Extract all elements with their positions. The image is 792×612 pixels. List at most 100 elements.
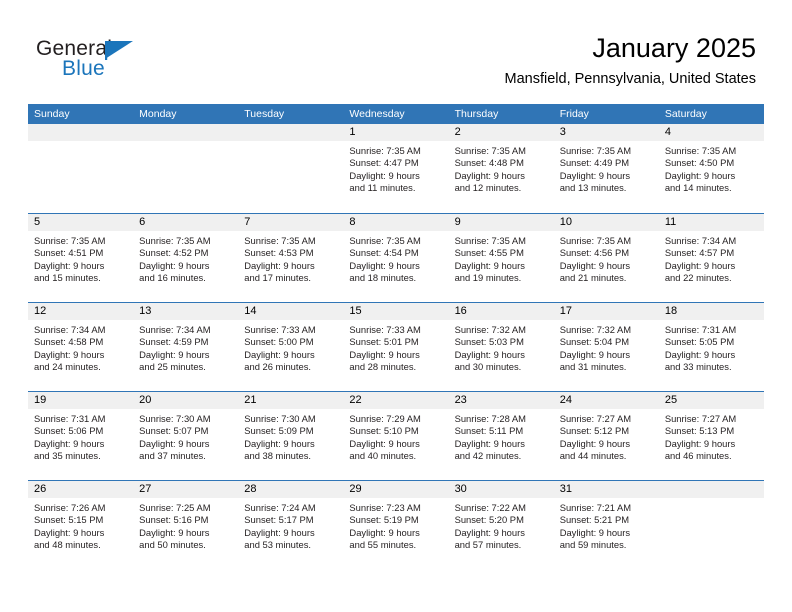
calendar-day-cell-24[interactable]: 24 Sunrise: 7:27 AM Sunset: 5:12 PM Dayligh… bbox=[553, 392, 659, 480]
calendar-day-cell-9[interactable]: 9 Sunrise: 7:35 AM Sunset: 4:55 PM Daylight… bbox=[448, 214, 554, 302]
day-number: 7 bbox=[244, 216, 251, 228]
day-number: 22 bbox=[349, 394, 362, 406]
calendar-day-cell-3[interactable]: 3 Sunrise: 7:35 AM Sunset: 4:49 PM Daylight… bbox=[553, 124, 659, 213]
day-number: 21 bbox=[244, 394, 257, 406]
calendar-day-cell-26[interactable]: 26 Sunrise: 7:26 AM Sunset: 5:15 PM Dayligh… bbox=[28, 481, 134, 569]
sunrise-text: Sunrise: 7:32 AM bbox=[559, 324, 632, 335]
sunset-text: Sunset: 5:07 PM bbox=[139, 425, 209, 437]
day-number-band: 18 bbox=[658, 303, 764, 320]
calendar-day-cell-8[interactable]: 8 Sunrise: 7:35 AM Sunset: 4:54 PM Daylight… bbox=[343, 214, 449, 302]
calendar-day-cell-19[interactable]: 19 Sunrise: 7:31 AM Sunset: 5:06 PM Dayligh… bbox=[28, 392, 134, 480]
calendar-day-cell-31[interactable]: 31 Sunrise: 7:21 AM Sunset: 5:21 PM Dayligh… bbox=[553, 481, 659, 569]
calendar-day-cell-16[interactable]: 16 Sunrise: 7:32 AM Sunset: 5:03 PM Dayligh… bbox=[448, 303, 554, 391]
calendar-day-cell-20[interactable]: 20 Sunrise: 7:30 AM Sunset: 5:07 PM Dayligh… bbox=[133, 392, 239, 480]
day-number-band: 9 bbox=[448, 214, 554, 231]
day-detail-body: Sunrise: 7:21 AM Sunset: 5:21 PM Daylight:… bbox=[554, 498, 659, 552]
calendar-day-cell-14[interactable]: 14 Sunrise: 7:33 AM Sunset: 5:00 PM Dayligh… bbox=[238, 303, 344, 391]
day-detail-body: Sunrise: 7:27 AM Sunset: 5:12 PM Daylight:… bbox=[554, 409, 659, 463]
daylight-text-cont: and 22 minutes. bbox=[664, 272, 732, 284]
day-detail-body: Sunrise: 7:30 AM Sunset: 5:07 PM Daylight:… bbox=[133, 409, 238, 463]
calendar-day-cell-6[interactable]: 6 Sunrise: 7:35 AM Sunset: 4:52 PM Daylight… bbox=[133, 214, 239, 302]
calendar-day-cell-17[interactable]: 17 Sunrise: 7:32 AM Sunset: 5:04 PM Dayligh… bbox=[553, 303, 659, 391]
daylight-text: Daylight: 9 hours bbox=[559, 259, 631, 271]
day-number-band: 29 bbox=[343, 481, 449, 498]
sunset-text: Sunset: 5:05 PM bbox=[664, 336, 735, 348]
sunrise-text: Sunrise: 7:35 AM bbox=[349, 235, 421, 246]
day-number-band bbox=[238, 124, 344, 141]
calendar-day-cell-empty bbox=[133, 124, 239, 213]
sunrise-text: Sunrise: 7:27 AM bbox=[559, 413, 632, 424]
sunset-text: Sunset: 4:58 PM bbox=[34, 336, 104, 348]
sunrise-text: Sunrise: 7:29 AM bbox=[349, 413, 421, 424]
calendar-day-cell-5[interactable]: 5 Sunrise: 7:35 AM Sunset: 4:51 PM Daylight… bbox=[28, 214, 134, 302]
day-detail-body: Sunrise: 7:34 AM Sunset: 4:59 PM Daylight:… bbox=[133, 320, 238, 374]
daylight-text: Daylight: 9 hours bbox=[454, 526, 525, 538]
calendar-day-cell-18[interactable]: 18 Sunrise: 7:31 AM Sunset: 5:05 PM Dayligh… bbox=[658, 303, 764, 391]
calendar-day-cell-4[interactable]: 4 Sunrise: 7:35 AM Sunset: 4:50 PM Daylight… bbox=[658, 124, 764, 213]
day-number-band: 12 bbox=[28, 303, 134, 320]
blue-triangle-flag-icon bbox=[105, 41, 135, 60]
day-number: 10 bbox=[559, 216, 572, 228]
day-number-band: 31 bbox=[553, 481, 659, 498]
day-number: 28 bbox=[244, 483, 257, 495]
day-number: 6 bbox=[139, 216, 146, 228]
sunrise-text: Sunrise: 7:35 AM bbox=[139, 235, 211, 246]
sunrise-text: Sunrise: 7:25 AM bbox=[139, 502, 211, 513]
calendar-day-cell-25[interactable]: 25 Sunrise: 7:27 AM Sunset: 5:13 PM Dayligh… bbox=[658, 392, 764, 480]
day-number: 24 bbox=[559, 394, 572, 406]
sunrise-text: Sunrise: 7:30 AM bbox=[244, 413, 316, 424]
calendar-day-cell-10[interactable]: 10 Sunrise: 7:35 AM Sunset: 4:56 PM Dayligh… bbox=[553, 214, 659, 302]
day-detail-body: Sunrise: 7:35 AM Sunset: 4:56 PM Daylight:… bbox=[554, 231, 659, 285]
sunrise-text: Sunrise: 7:31 AM bbox=[664, 324, 737, 335]
sunset-text: Sunset: 5:20 PM bbox=[454, 514, 524, 526]
sunset-text: Sunset: 5:15 PM bbox=[34, 514, 104, 526]
calendar-day-cell-30[interactable]: 30 Sunrise: 7:22 AM Sunset: 5:20 PM Dayligh… bbox=[448, 481, 554, 569]
day-number: 29 bbox=[349, 483, 362, 495]
calendar-day-cell-27[interactable]: 27 Sunrise: 7:25 AM Sunset: 5:16 PM Dayligh… bbox=[133, 481, 239, 569]
calendar-day-cell-15[interactable]: 15 Sunrise: 7:33 AM Sunset: 5:01 PM Dayligh… bbox=[343, 303, 449, 391]
day-of-week-header-friday: Friday bbox=[559, 108, 589, 120]
daylight-text-cont: and 59 minutes. bbox=[559, 539, 627, 551]
page-subtitle: Mansfield, Pennsylvania, United States bbox=[504, 71, 756, 87]
calendar-day-cell-21[interactable]: 21 Sunrise: 7:30 AM Sunset: 5:09 PM Dayligh… bbox=[238, 392, 344, 480]
day-detail-body: Sunrise: 7:35 AM Sunset: 4:47 PM Daylight:… bbox=[343, 141, 448, 195]
calendar-grid: Sunday Monday Tuesday Wednesday Thursday Frid… bbox=[28, 104, 764, 569]
daylight-text: Daylight: 9 hours bbox=[559, 526, 631, 538]
general-blue-logo[interactable]: General Blue bbox=[36, 38, 216, 86]
day-number: 8 bbox=[349, 216, 356, 228]
sunset-text: Sunset: 4:50 PM bbox=[664, 157, 735, 169]
daylight-text-cont: and 46 minutes. bbox=[664, 450, 732, 462]
day-detail-body: Sunrise: 7:32 AM Sunset: 5:04 PM Daylight:… bbox=[554, 320, 659, 374]
day-number-band: 19 bbox=[28, 392, 134, 409]
day-number-band: 27 bbox=[133, 481, 239, 498]
calendar-day-cell-28[interactable]: 28 Sunrise: 7:24 AM Sunset: 5:17 PM Dayligh… bbox=[238, 481, 344, 569]
calendar-day-cell-11[interactable]: 11 Sunrise: 7:34 AM Sunset: 4:57 PM Dayligh… bbox=[658, 214, 764, 302]
day-number: 20 bbox=[139, 394, 152, 406]
daylight-text: Daylight: 9 hours bbox=[454, 259, 525, 271]
calendar-day-cell-1[interactable]: 1 Sunrise: 7:35 AM Sunset: 4:47 PM Daylight… bbox=[343, 124, 449, 213]
daylight-text: Daylight: 9 hours bbox=[244, 259, 315, 271]
day-number-band: 23 bbox=[448, 392, 554, 409]
day-number: 2 bbox=[454, 126, 461, 138]
daylight-text-cont: and 44 minutes. bbox=[559, 450, 627, 462]
title-block: January 2025 Mansfield, Pennsylvania, Un… bbox=[505, 32, 756, 88]
calendar-day-cell-29[interactable]: 29 Sunrise: 7:23 AM Sunset: 5:19 PM Dayligh… bbox=[343, 481, 449, 569]
calendar-day-cell-7[interactable]: 7 Sunrise: 7:35 AM Sunset: 4:53 PM Daylight… bbox=[238, 214, 344, 302]
day-number-band: 30 bbox=[448, 481, 554, 498]
sunrise-text: Sunrise: 7:28 AM bbox=[454, 413, 526, 424]
day-detail-body: Sunrise: 7:30 AM Sunset: 5:09 PM Daylight:… bbox=[238, 409, 343, 463]
calendar-day-cell-2[interactable]: 2 Sunrise: 7:35 AM Sunset: 4:48 PM Daylight… bbox=[448, 124, 554, 213]
day-number: 11 bbox=[664, 216, 677, 228]
calendar-day-cell-23[interactable]: 23 Sunrise: 7:28 AM Sunset: 5:11 PM Dayligh… bbox=[448, 392, 554, 480]
daylight-text: Daylight: 9 hours bbox=[139, 259, 210, 271]
calendar-day-cell-12[interactable]: 12 Sunrise: 7:34 AM Sunset: 4:58 PM Dayligh… bbox=[28, 303, 134, 391]
calendar-week-row: 19 Sunrise: 7:31 AM Sunset: 5:06 PM Dayligh… bbox=[28, 391, 764, 480]
calendar-day-cell-22[interactable]: 22 Sunrise: 7:29 AM Sunset: 5:10 PM Dayligh… bbox=[343, 392, 449, 480]
day-number: 27 bbox=[139, 483, 152, 495]
day-number-band: 21 bbox=[238, 392, 344, 409]
page-header: General Blue January 2025 Mansfield, Pen… bbox=[0, 0, 792, 100]
calendar-day-cell-13[interactable]: 13 Sunrise: 7:34 AM Sunset: 4:59 PM Dayligh… bbox=[133, 303, 239, 391]
sunrise-text: Sunrise: 7:22 AM bbox=[454, 502, 526, 513]
sunrise-text: Sunrise: 7:35 AM bbox=[559, 145, 632, 156]
day-number: 25 bbox=[664, 394, 678, 406]
